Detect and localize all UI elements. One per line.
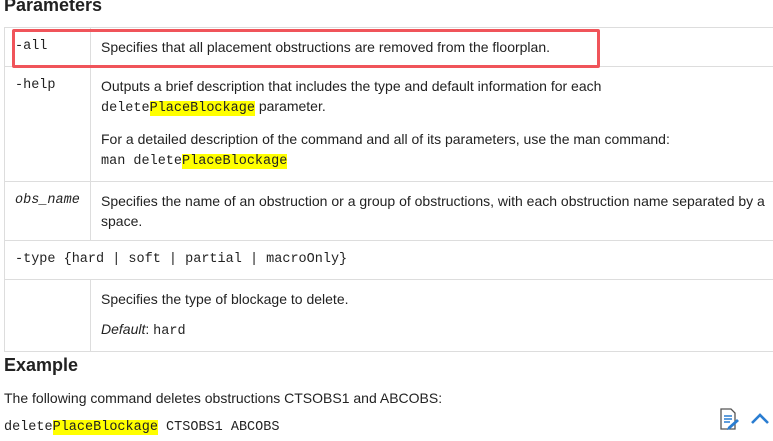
- code: delete: [101, 101, 150, 116]
- param-desc: Specifies the name of an obstruction or …: [90, 181, 773, 241]
- empty-cell: [4, 279, 91, 352]
- highlighted-code: PlaceBlockage: [149, 101, 255, 116]
- table-row: obs_name Specifies the name of an obstru…: [4, 181, 773, 241]
- example-heading: Example: [4, 355, 79, 375]
- table-row: Specifies the type of blockage to delete…: [4, 279, 773, 352]
- param-name: obs_name: [4, 181, 91, 241]
- back-to-top-chevron-icon[interactable]: [750, 412, 770, 429]
- code: CTSOBS1 ABCOBS: [157, 420, 280, 435]
- desc-text: Outputs a brief description that include…: [101, 78, 602, 94]
- param-desc: Outputs a brief description that include…: [90, 66, 773, 182]
- desc-text: Specifies the type of blockage to delete…: [101, 291, 349, 307]
- desc-text: parameter.: [254, 98, 326, 114]
- code: delete: [4, 420, 53, 435]
- default-label: Default: [101, 321, 146, 337]
- example-text: The following command deletes obstructio…: [4, 390, 443, 406]
- param-name: -type {hard | soft | partial | macroOnly…: [4, 240, 773, 280]
- feedback-document-icon[interactable]: [718, 407, 740, 434]
- default-value: hard: [153, 324, 186, 339]
- table-row: -help Outputs a brief description that i…: [4, 66, 773, 182]
- parameters-table: -all Specifies that all placement obstru…: [4, 27, 773, 352]
- table-row: -type {hard | soft | partial | macroOnly…: [4, 240, 773, 280]
- annotation-highlight-box: [12, 29, 600, 68]
- parameters-heading: Parameters: [4, 0, 103, 15]
- param-desc: Specifies the type of blockage to delete…: [90, 279, 773, 352]
- code: man delete: [101, 154, 183, 169]
- highlighted-code: PlaceBlockage: [52, 420, 158, 435]
- param-name: -help: [4, 66, 91, 182]
- separator: :: [145, 321, 154, 337]
- desc-text: For a detailed description of the comman…: [101, 131, 670, 147]
- highlighted-code: PlaceBlockage: [182, 154, 288, 169]
